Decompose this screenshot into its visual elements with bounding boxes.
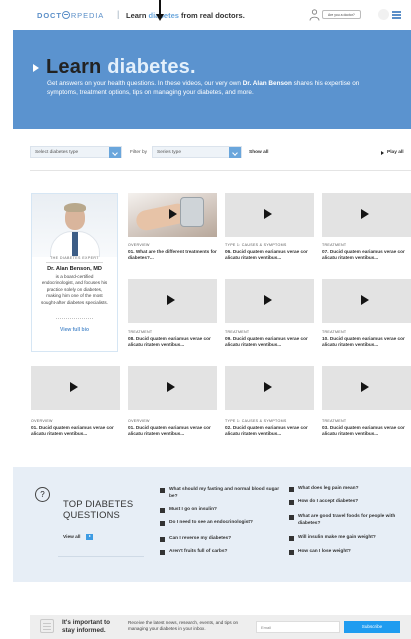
expert-card: THE DIABETES EXPERT Dr. Alan Benson, MD … [31, 193, 118, 352]
video-category: TYPE 1: CAUSES & SYMPTOMS [225, 419, 287, 423]
video-title[interactable]: 01. Ducid quatem eariamus verae cor alic… [128, 425, 220, 437]
video-title[interactable]: 07. Ducid quatem eariamus verae cor alic… [322, 249, 411, 261]
hamburger-menu-icon[interactable] [392, 11, 401, 19]
hero-title-start: Learn [46, 56, 108, 78]
series-type-value: Series type [157, 150, 181, 155]
play-icon [167, 382, 175, 392]
newsletter-icon [40, 619, 54, 633]
question-link[interactable]: How can I lose weight? [289, 549, 407, 556]
video-thumbnail[interactable] [225, 279, 314, 323]
newsletter-heading: It's important to stay informed. [62, 619, 111, 634]
logo-text-end: RPEDIA [70, 11, 105, 20]
question-link[interactable]: Will insulin make me gain weight? [289, 535, 407, 542]
video-thumbnail[interactable] [322, 193, 411, 237]
view-full-bio-link[interactable]: View full bio [32, 327, 117, 333]
view-all-questions-link[interactable]: View all [63, 535, 81, 540]
play-icon [264, 295, 272, 305]
video-category: TYPE 1: CAUSES & SYMPTOMS [225, 243, 287, 247]
divider [46, 262, 103, 263]
email-input[interactable]: Email [256, 621, 340, 633]
hero-desc-doctor-name: Dr. Alan Benson [242, 80, 292, 87]
play-icon [169, 209, 177, 219]
video-thumbnail[interactable] [322, 279, 411, 323]
video-category: OVERVIEW [31, 419, 53, 423]
hero-title-accent: diabetes. [107, 56, 196, 78]
logo-globe-icon [62, 11, 71, 19]
video-category: TREATMENT [322, 419, 347, 423]
doctor-photo [32, 194, 117, 257]
video-category: OVERVIEW [128, 243, 150, 247]
play-icon [361, 209, 369, 219]
top-questions-heading: TOP DIABETES QUESTIONS [63, 498, 134, 520]
show-all-link[interactable]: Show all [249, 150, 268, 155]
play-icon [167, 295, 175, 305]
video-title[interactable]: 10. Ducid quatem eariamus verae cor alic… [322, 336, 411, 348]
video-title[interactable]: 03. Ducid quatem eariamus verae cor alic… [322, 425, 411, 437]
video-thumbnail[interactable] [128, 279, 217, 323]
question-link[interactable]: Aren't fruits full of carbs? [160, 549, 288, 556]
video-category: TREATMENT [322, 330, 347, 334]
expert-name: Dr. Alan Benson, MD [47, 266, 102, 272]
hero-title: Learn diabetes. [46, 56, 196, 79]
header-tagline: Learn diabetes from real doctors. [126, 11, 245, 20]
question-link[interactable]: What are good travel foods for people wi… [289, 514, 411, 527]
question-link[interactable]: What does leg pain mean? [289, 486, 407, 493]
video-category: TREATMENT [322, 243, 347, 247]
diabetes-type-value: Select diabetes type [35, 150, 79, 155]
video-thumbnail[interactable] [322, 366, 411, 410]
play-icon [70, 382, 78, 392]
play-icon [264, 209, 272, 219]
play-icon [264, 382, 272, 392]
subscribe-button[interactable]: Subscribe [344, 621, 400, 633]
search-icon[interactable] [378, 9, 389, 20]
tagline-suffix: from real doctors. [178, 11, 245, 20]
play-icon [361, 382, 369, 392]
video-title[interactable]: 06. Ducid quatem eariamus verae cor alic… [225, 249, 317, 261]
top-navigation-bar: DOCT RPEDIA | Learn diabetes from real do… [0, 0, 411, 30]
video-thumbnail[interactable] [128, 366, 217, 410]
video-title[interactable]: 01. Ducid quatem eariamus verae cor alic… [31, 425, 123, 437]
video-category: TREATMENT [128, 330, 153, 334]
chevron-down-icon [229, 147, 241, 158]
question-link[interactable]: What should my fasting and normal blood … [160, 487, 288, 500]
logo-separator: | [117, 9, 120, 19]
expert-label: THE DIABETES EXPERT [50, 256, 99, 260]
video-title[interactable]: 02. Ducid quatem eariamus verae cor alic… [225, 425, 317, 437]
question-link[interactable]: Must I go on insulin? [160, 507, 288, 514]
doctor-icon[interactable] [309, 9, 320, 21]
video-thumbnail[interactable] [128, 193, 217, 237]
hero-description: Get answers on your health questions. In… [47, 80, 387, 97]
video-title[interactable]: 09. Ducid quatem eariamus verae cor alic… [225, 336, 317, 348]
newsletter-text: Receive the latest news, research, event… [128, 620, 239, 632]
video-thumbnail[interactable] [31, 366, 120, 410]
divider [30, 170, 411, 171]
filter-by-label: Filter by [130, 150, 148, 155]
site-logo[interactable]: DOCT RPEDIA [37, 11, 104, 20]
play-icon [361, 295, 369, 305]
play-all-button[interactable]: Play all [381, 150, 404, 155]
question-link[interactable]: Do I need to see an endocrinologist? [160, 520, 288, 527]
divider [58, 556, 144, 557]
video-title[interactable]: 01. What are the different treatments fo… [128, 249, 220, 261]
expert-bio: is a board-certified endocrinologist, an… [41, 274, 108, 305]
arrow-right-icon[interactable] [86, 534, 93, 540]
pointer-arrow-icon [156, 14, 164, 21]
question-mark-icon: ? [35, 487, 50, 502]
video-category: TREATMENT [225, 330, 250, 334]
divider [56, 318, 93, 319]
hero-play-triangle-icon [33, 64, 39, 72]
question-link[interactable]: How do I accept diabetes? [289, 499, 407, 506]
chevron-down-icon [109, 147, 121, 158]
video-thumbnail[interactable] [225, 366, 314, 410]
video-category: OVERVIEW [128, 419, 150, 423]
hero-desc-start: Get answers on your health questions. In… [47, 80, 243, 87]
question-link[interactable]: Can I reverse my diabetes? [160, 536, 288, 543]
are-you-a-doctor-button[interactable]: Are you a doctor? [322, 10, 361, 19]
tagline-prefix: Learn [126, 11, 149, 20]
video-title[interactable]: 08. Ducid quatem eariamus verae cor alic… [128, 336, 220, 348]
diabetes-type-select[interactable]: Select diabetes type [30, 146, 122, 158]
logo-text-start: DOCT [37, 11, 62, 20]
video-thumbnail[interactable] [225, 193, 314, 237]
series-type-select[interactable]: Series type [152, 146, 242, 158]
